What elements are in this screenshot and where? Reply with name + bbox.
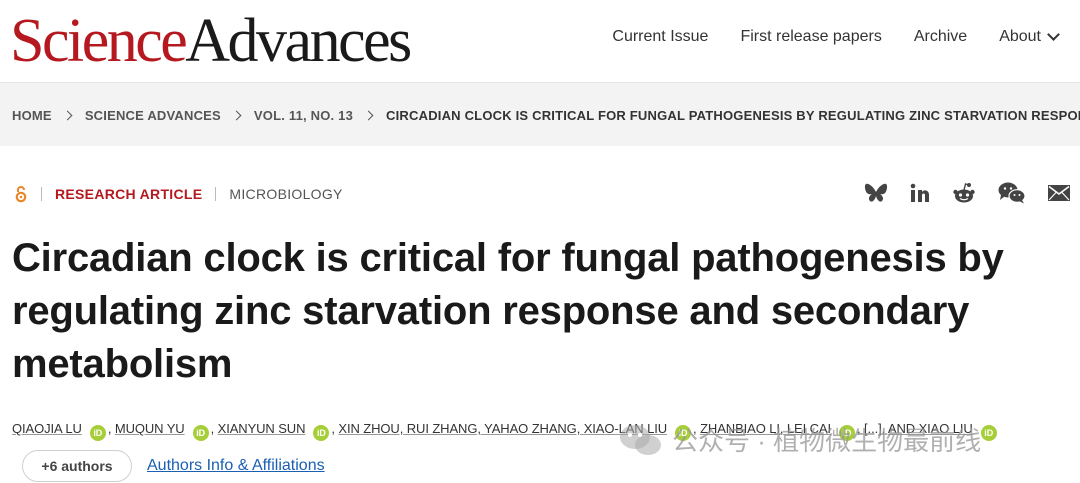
reddit-icon[interactable] [952,182,976,204]
breadcrumb-issue[interactable]: VOL. 11, NO. 13 [254,108,353,123]
chevron-right-icon [231,110,242,121]
site-logo[interactable]: ScienceAdvances [10,6,412,76]
article-type[interactable]: RESEARCH ARTICLE [55,186,202,202]
orcid-icon[interactable]: iD [192,425,209,441]
orcid-icon[interactable]: iD [980,425,997,441]
nav-archive[interactable]: Archive [914,28,967,46]
article-subject[interactable]: MICROBIOLOGY [229,186,342,202]
breadcrumb-journal[interactable]: SCIENCE ADVANCES [85,108,221,123]
divider [215,187,217,201]
nav-about-label: About [999,28,1041,45]
main-nav: Current Issue First release papers Archi… [612,28,1060,46]
orcid-icon[interactable]: iD [313,425,330,441]
orcid-icon[interactable]: iD [89,425,106,441]
chevron-right-icon [62,110,73,121]
watermark: 公众号 · 植物微生物最前线 [618,421,981,458]
linkedin-icon[interactable] [910,183,930,203]
breadcrumb: HOME SCIENCE ADVANCES VOL. 11, NO. 13 CI… [12,108,1080,123]
bluesky-icon[interactable] [864,182,888,204]
share-bar [864,182,1070,204]
authors-affiliations-link[interactable]: Authors Info & Affiliations [147,457,325,475]
chevron-right-icon [363,110,374,121]
watermark-text: 公众号 · 植物微生物最前线 [672,426,982,456]
author-link[interactable]: MUQUN YU [115,421,185,436]
wechat-icon[interactable] [998,182,1026,204]
more-authors-button[interactable]: +6 authors [22,450,132,482]
divider [41,187,42,201]
article-title: Circadian clock is critical for fungal p… [12,236,1004,386]
breadcrumb-home[interactable]: HOME [12,108,52,123]
author-link[interactable]: XIANYUN SUN [218,421,306,436]
nav-first-release[interactable]: First release papers [740,28,881,46]
nav-about[interactable]: About [999,28,1060,46]
breadcrumb-bar: HOME SCIENCE ADVANCES VOL. 11, NO. 13 CI… [0,82,1080,146]
nav-current-issue[interactable]: Current Issue [612,28,708,46]
wechat-watermark-icon [620,424,661,455]
open-access-icon [15,186,27,203]
email-icon[interactable] [1048,185,1070,201]
breadcrumb-current: CIRCADIAN CLOCK IS CRITICAL FOR FUNGAL P… [386,108,1080,123]
author-link[interactable]: QIAOJIA LU [12,421,82,436]
site-header: ScienceAdvances Current Issue First rele… [0,0,1080,82]
article-meta: RESEARCH ARTICLE MICROBIOLOGY [14,185,343,203]
chevron-down-icon [1047,28,1060,41]
